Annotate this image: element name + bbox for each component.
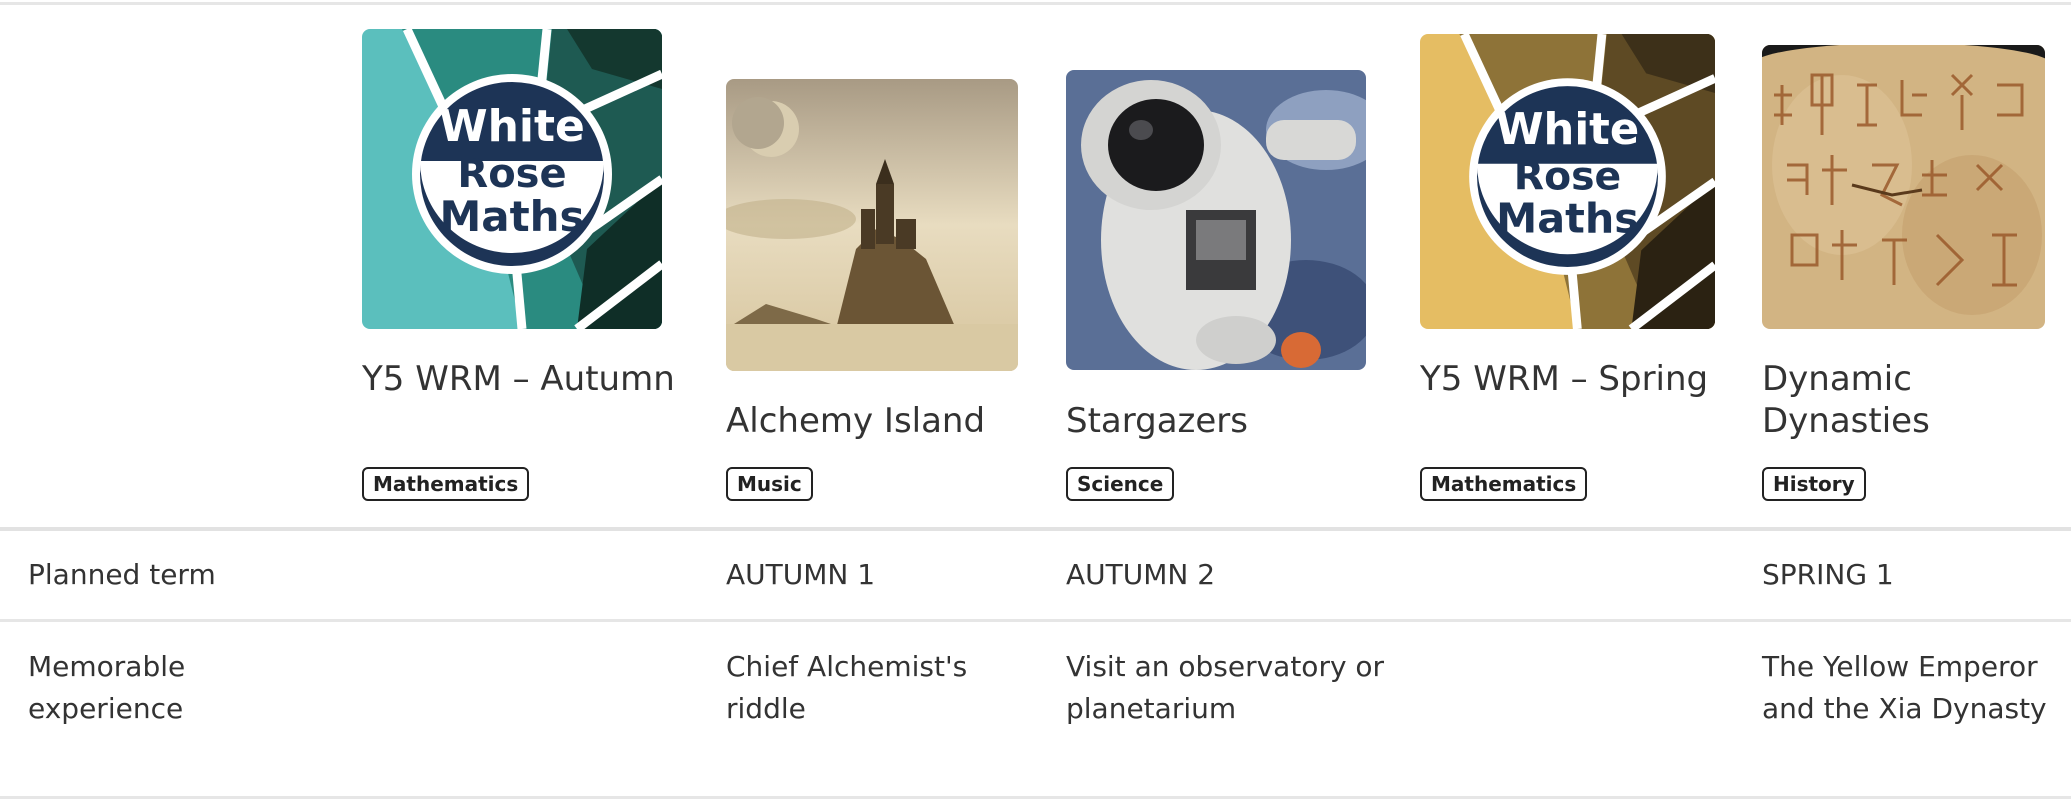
svg-text:Maths: Maths — [439, 192, 584, 241]
svg-text:Maths: Maths — [1496, 195, 1639, 243]
topic-title[interactable]: Y5 WRM – Autumn — [362, 358, 682, 400]
topic-title[interactable]: Dynamic Dynasties — [1762, 358, 2071, 442]
topic-card[interactable]: Stargazers Science — [1066, 0, 1386, 530]
svg-text:Rose: Rose — [457, 151, 566, 197]
astronaut-image[interactable] — [1066, 70, 1366, 370]
topic-card[interactable]: White Rose Maths Y5 WRM – Spring Mathema… — [1420, 0, 1720, 530]
subject-badge: History — [1762, 467, 1866, 501]
top-divider — [0, 2, 2071, 5]
ancient-inscription-image[interactable] — [1762, 45, 2045, 329]
subject-badge: Mathematics — [362, 467, 530, 501]
subject-badge: Music — [726, 467, 813, 501]
planned-term-value: AUTUMN 2 — [1066, 558, 1216, 591]
svg-text:White: White — [1496, 105, 1639, 155]
topic-card[interactable]: Alchemy Island Music — [726, 0, 1026, 530]
topic-title[interactable]: Y5 WRM – Spring — [1420, 358, 1740, 400]
topic-title[interactable]: Stargazers — [1066, 400, 1386, 442]
white-rose-maths-logo-image[interactable]: White Rose Maths — [1420, 34, 1715, 329]
topic-card[interactable]: Dynamic Dynasties History — [1762, 0, 2062, 530]
subject-badge: Science — [1066, 467, 1175, 501]
topic-title[interactable]: Alchemy Island — [726, 400, 1046, 442]
white-rose-maths-logo-image[interactable]: White Rose Maths — [362, 29, 662, 329]
subject-badge: Mathematics — [1420, 467, 1588, 501]
memorable-experience-value: Visit an observatory or planetarium — [1066, 650, 1385, 725]
row-label-planned-term: Planned term — [28, 558, 216, 591]
memorable-experience-value: Chief Alchemist's riddle — [726, 650, 968, 725]
planned-term-value: SPRING 1 — [1762, 558, 1894, 591]
topic-card[interactable]: White Rose Maths Y5 WRM – Autumn Mathema… — [362, 0, 675, 530]
svg-text:Rose: Rose — [1514, 153, 1621, 199]
planned-term-value: AUTUMN 1 — [726, 558, 876, 591]
row-divider — [0, 619, 2071, 622]
castle-island-image[interactable] — [726, 79, 1018, 371]
header-divider — [0, 527, 2071, 531]
row-label-memorable-experience: Memorable experience — [28, 650, 186, 725]
memorable-experience-value: The Yellow Emperor and the Xia Dynasty — [1762, 650, 2047, 725]
svg-text:White: White — [439, 101, 585, 152]
